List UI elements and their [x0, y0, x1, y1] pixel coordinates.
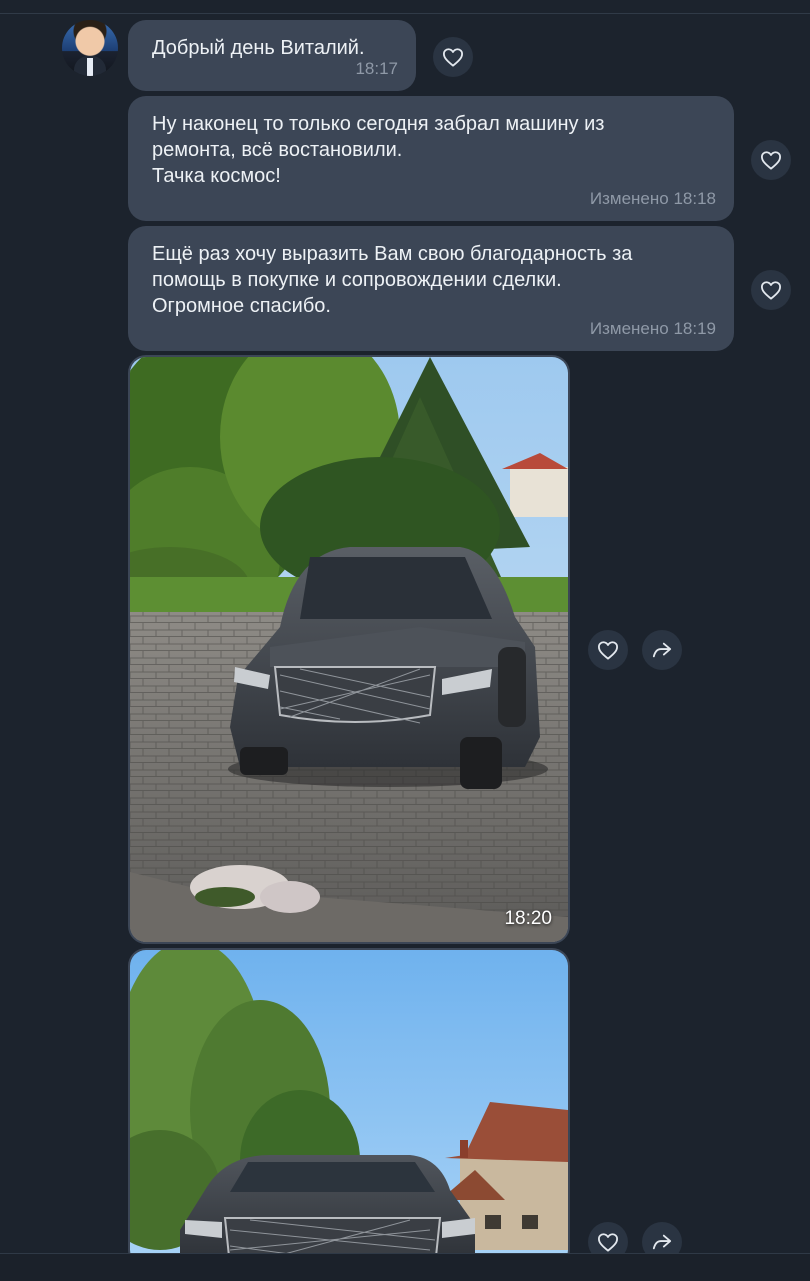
photo-time: 18:20	[504, 908, 552, 929]
heart-icon	[598, 1233, 618, 1252]
message-time: 18:17	[355, 59, 398, 78]
like-button[interactable]	[433, 37, 473, 77]
heart-icon	[598, 641, 618, 660]
heart-icon	[761, 281, 781, 300]
like-button[interactable]	[751, 270, 791, 310]
share-button[interactable]	[642, 630, 682, 670]
car-photo-image	[130, 950, 568, 1266]
like-button[interactable]	[588, 630, 628, 670]
bottom-bar	[0, 1253, 810, 1281]
heart-icon	[761, 151, 781, 170]
message-bubble-2[interactable]: Ну наконец то только сегодня забрал маши…	[128, 96, 734, 221]
message-time: Изменено 18:19	[589, 319, 716, 338]
message-text: Ещё раз хочу выразить Вам свою благодарн…	[152, 243, 633, 317]
car-photo-image	[130, 357, 568, 942]
like-button[interactable]	[751, 140, 791, 180]
message-bubble-3[interactable]: Ещё раз хочу выразить Вам свою благодарн…	[128, 226, 734, 351]
message-bubble-1[interactable]: Добрый день Виталий. 18:17	[128, 20, 416, 91]
avatar-shirt	[87, 58, 93, 76]
share-arrow-icon	[652, 642, 672, 658]
photo-message-1[interactable]: 18:20	[128, 355, 570, 944]
share-arrow-icon	[652, 1234, 672, 1250]
message-text: Ну наконец то только сегодня забрал маши…	[152, 113, 605, 187]
top-divider	[0, 13, 810, 14]
photo-message-2[interactable]	[128, 948, 570, 1268]
message-time: Изменено 18:18	[589, 189, 716, 208]
message-text: Добрый день Виталий.	[152, 37, 365, 59]
heart-icon	[442, 48, 463, 67]
sender-avatar[interactable]	[62, 20, 118, 76]
